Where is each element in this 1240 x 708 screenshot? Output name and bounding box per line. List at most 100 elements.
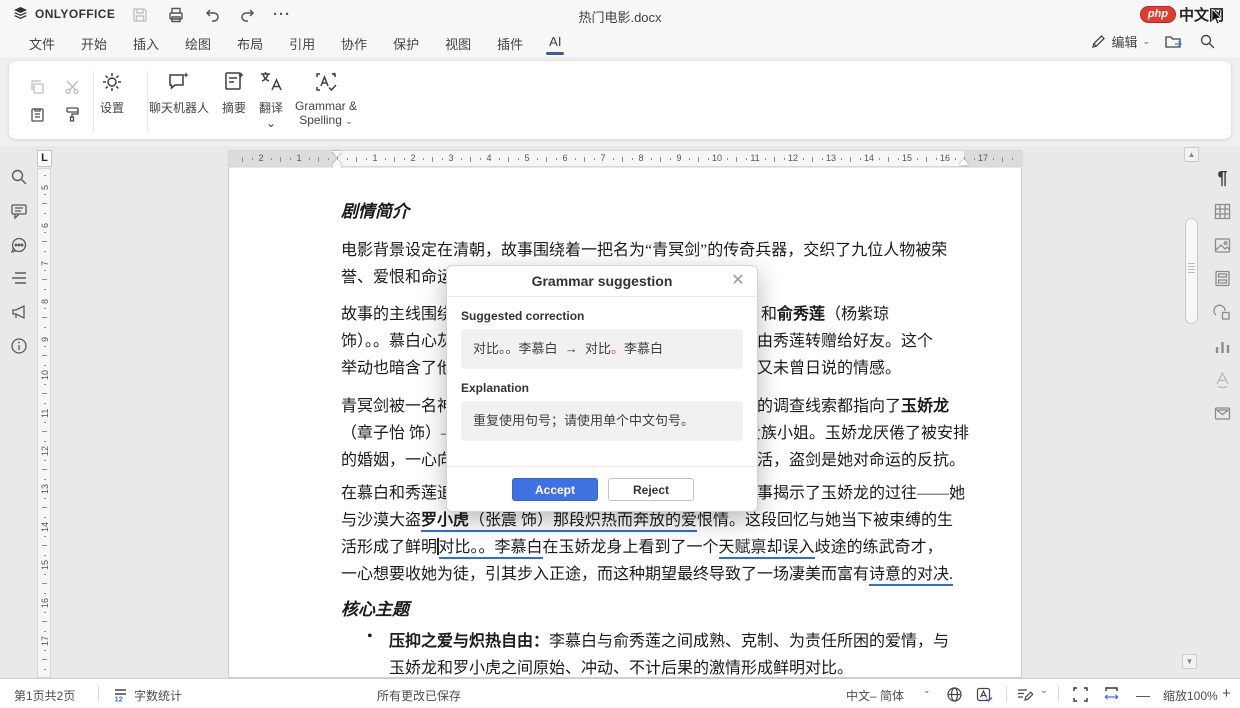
fit-page-icon[interactable] (1072, 686, 1089, 703)
ruler-tick (632, 158, 633, 160)
paste-icon[interactable] (29, 106, 46, 123)
ruler-tick (42, 545, 47, 546)
fit-width-icon[interactable] (1103, 686, 1120, 703)
ruler-tick (575, 158, 576, 160)
tab-file[interactable]: 文件 (16, 28, 68, 57)
about-info-icon[interactable] (10, 337, 28, 355)
ruler-tick (42, 659, 47, 660)
word-count-label[interactable]: 字数统计 (134, 687, 182, 704)
php-logo-badge: php (1140, 6, 1176, 23)
feedback-megaphone-icon[interactable] (10, 303, 28, 321)
zoom-in-button[interactable]: + (1222, 685, 1231, 702)
ruler-tick (347, 158, 348, 160)
language-selector[interactable]: 中文– 简体 (846, 687, 904, 704)
ruler-tick (822, 158, 823, 160)
dialog-header[interactable]: Grammar suggestion ✕ (447, 266, 757, 297)
tab-ai[interactable]: AI (536, 28, 574, 57)
globe-language-icon[interactable] (946, 686, 963, 703)
tab-insert[interactable]: 插入 (120, 28, 172, 57)
indent-marker[interactable] (332, 151, 342, 157)
comments-icon[interactable] (10, 202, 28, 220)
ruler-number: 13 (40, 482, 50, 494)
text-art-settings-icon[interactable] (1213, 370, 1232, 389)
image-settings-icon[interactable] (1213, 236, 1232, 255)
mail-merge-icon[interactable] (1213, 404, 1232, 423)
chart-settings-icon[interactable] (1213, 337, 1232, 356)
tab-home[interactable]: 开始 (68, 28, 120, 57)
ruler-tick (432, 157, 433, 162)
zoom-out-button[interactable]: — (1136, 687, 1150, 703)
tab-view[interactable]: 视图 (432, 28, 484, 57)
tab-references[interactable]: 引用 (276, 28, 328, 57)
ruler-tick (926, 157, 927, 162)
doc-line[interactable]: 压抑之爱与炽热自由：李慕白与俞秀莲之间成熟、克制、为责任所困的爱情，与 (389, 628, 966, 655)
ruler-tick (993, 158, 994, 160)
explanation-value: 重复使用句号；请使用单个中文句号。 (461, 401, 743, 441)
ruler-number: 17 (40, 634, 50, 646)
tab-layout[interactable]: 布局 (224, 28, 276, 57)
grammar-flagged-text: 对比。。李慕白 (439, 539, 543, 559)
open-file-location-icon[interactable] (1164, 33, 1184, 51)
summarize-button[interactable]: 摘要 (212, 69, 256, 116)
ruler-tick (423, 158, 424, 160)
ruler-tick (44, 612, 46, 613)
chevron-down-icon: ⌄ (1040, 685, 1048, 696)
zoom-level-label[interactable]: 缩放100% (1163, 687, 1218, 704)
summary-label: 摘要 (212, 99, 256, 116)
ruler-number: 12 (40, 444, 50, 456)
spell-check-icon[interactable] (976, 686, 993, 703)
ruler-tick (42, 317, 47, 318)
doc-line[interactable]: 活形成了鲜明对比。。李慕白在玉娇龙身上看到了一个天赋禀却误入歧途的练武奇才， (341, 534, 966, 561)
editing-mode-selector[interactable]: 编辑 ⌄ (1091, 32, 1150, 51)
tab-stop-selector[interactable]: L (37, 150, 52, 167)
settings-label: 设置 (87, 99, 137, 116)
copy-icon[interactable] (29, 79, 46, 96)
tab-plugins[interactable]: 插件 (484, 28, 536, 57)
reject-button[interactable]: Reject (608, 478, 694, 501)
doc-line[interactable]: 剧情简介 (341, 198, 966, 225)
ruler-tick (42, 431, 47, 432)
ruler-number: 2 (407, 153, 419, 163)
ruler-tick (1002, 157, 1003, 162)
grammar-spelling-button[interactable]: Grammar & Spelling ⌄ (285, 69, 367, 127)
format-painter-icon[interactable] (64, 106, 81, 123)
doc-line[interactable]: 电影背景设定在清朝，故事围绕着一把名为“青冥剑”的传奇兵器，交织了九位人物被荣 (341, 237, 966, 264)
header-footer-settings-icon[interactable] (1213, 269, 1232, 288)
ruler-tick (42, 469, 47, 470)
horizontal-ruler[interactable]: 211234567891011121314151617 (228, 150, 1022, 167)
search-icon[interactable] (10, 168, 28, 186)
ruler-tick (42, 203, 47, 204)
page-indicator[interactable]: 第1页共2页 (14, 687, 75, 704)
chat-icon[interactable] (10, 236, 28, 254)
ribbon-panel: 设置 聊天机器人 摘要 翻译 ⌄ Grammar & Spelling ⌄ (8, 60, 1232, 140)
cut-icon[interactable] (64, 79, 81, 96)
doc-text: 压抑之爱与炽热自由： (389, 633, 549, 650)
paragraph-settings-icon[interactable]: ¶ (1213, 168, 1232, 187)
navigation-headings-icon[interactable] (10, 269, 28, 287)
accept-button[interactable]: Accept (512, 478, 598, 501)
table-settings-icon[interactable] (1213, 202, 1232, 221)
scroll-down-button[interactable]: ▼ (1182, 654, 1197, 669)
tab-protection[interactable]: 保护 (380, 28, 432, 57)
ruler-number: 6 (40, 216, 50, 228)
summary-doc-icon (221, 69, 247, 95)
doc-line[interactable]: 一心想要收她为徒，引其步入正途，而这种期望最终导致了一场凄美而富有诗意的对决. (341, 561, 966, 588)
close-icon[interactable]: ✕ (729, 272, 747, 290)
ribbon-toolbar: 设置 聊天机器人 摘要 翻译 ⌄ Grammar & Spelling ⌄ (0, 57, 1240, 146)
ruler-tick (850, 157, 851, 162)
chatbot-button[interactable]: 聊天机器人 (139, 69, 219, 116)
scroll-up-button[interactable]: ▲ (1184, 147, 1199, 162)
ai-settings-button[interactable]: 设置 (87, 69, 137, 116)
tab-collaboration[interactable]: 协作 (328, 28, 380, 57)
search-icon[interactable] (1199, 33, 1216, 50)
vertical-ruler[interactable]: 567891011121314151617 (37, 168, 51, 678)
track-changes-icon[interactable] (1016, 686, 1033, 703)
indent-marker[interactable] (959, 159, 969, 165)
shape-settings-icon[interactable] (1213, 303, 1232, 322)
tab-draw[interactable]: 绘图 (172, 28, 224, 57)
ruler-tick (698, 157, 699, 162)
vertical-scrollbar-thumb[interactable] (1185, 218, 1198, 324)
ruler-number: 5 (521, 153, 533, 163)
doc-line[interactable]: 核心主题 (341, 596, 966, 623)
ruler-tick (765, 158, 766, 160)
